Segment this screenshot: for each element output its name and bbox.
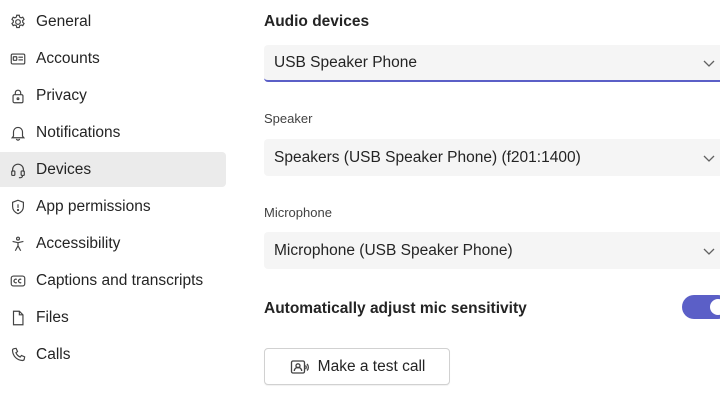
speaker-value: Speakers (USB Speaker Phone) (f201:1400) (274, 148, 581, 166)
sidebar-item-label: App permissions (36, 197, 151, 215)
microphone-label: Microphone (264, 205, 332, 220)
make-test-call-button[interactable]: Make a test call (264, 348, 450, 385)
audio-device-select[interactable]: USB Speaker Phone (264, 45, 720, 82)
chevron-down-icon (702, 56, 716, 70)
sidebar-item-label: General (36, 12, 92, 30)
sidebar-item-label: Captions and transcripts (36, 271, 204, 289)
sidebar-item-devices[interactable]: Devices (0, 152, 226, 187)
sidebar-item-label: Devices (36, 160, 92, 178)
sidebar-item-label: Calls (36, 345, 71, 363)
sidebar-item-captions-and-transcripts[interactable]: Captions and transcripts (0, 263, 226, 298)
lock-icon (8, 86, 28, 106)
headset-icon (8, 160, 28, 180)
toggle-knob (710, 299, 720, 315)
section-title: Audio devices (264, 13, 370, 30)
file-icon (8, 308, 28, 328)
microphone-value: Microphone (USB Speaker Phone) (274, 241, 513, 259)
sidebar-item-label: Accounts (36, 49, 100, 67)
shield-icon (8, 197, 28, 217)
speaker-select[interactable]: Speakers (USB Speaker Phone) (f201:1400) (264, 139, 720, 176)
sidebar-item-label: Accessibility (36, 234, 121, 252)
sidebar-item-calls[interactable]: Calls (0, 337, 226, 372)
gear-icon (8, 12, 28, 32)
sidebar-item-general[interactable]: General (0, 4, 226, 39)
mic-sensitivity-toggle[interactable] (682, 295, 720, 319)
sidebar-item-files[interactable]: Files (0, 300, 226, 335)
bell-icon (8, 123, 28, 143)
speaker-label: Speaker (264, 111, 313, 126)
sidebar-item-notifications[interactable]: Notifications (0, 115, 226, 150)
make-test-call-label: Make a test call (317, 357, 426, 375)
audio-device-value: USB Speaker Phone (274, 53, 418, 71)
cc-icon (8, 271, 28, 291)
microphone-select[interactable]: Microphone (USB Speaker Phone) (264, 232, 720, 269)
sidebar-item-label: Notifications (36, 123, 121, 141)
mic-sensitivity-label: Automatically adjust mic sensitivity (264, 300, 527, 317)
sidebar-item-label: Privacy (36, 86, 87, 104)
sidebar-item-label: Files (36, 308, 69, 326)
sidebar-item-privacy[interactable]: Privacy (0, 78, 226, 113)
sidebar-item-accessibility[interactable]: Accessibility (0, 226, 226, 261)
accessibility-icon (8, 234, 28, 254)
sidebar-item-app-permissions[interactable]: App permissions (0, 189, 226, 224)
chevron-down-icon (702, 244, 716, 258)
devices-settings-panel: Audio devices USB Speaker Phone Speaker … (264, 0, 720, 405)
settings-sidebar: General Accounts Privacy Notifications D… (0, 0, 226, 405)
phone-icon (8, 345, 28, 365)
sidebar-item-accounts[interactable]: Accounts (0, 41, 226, 76)
chevron-down-icon (702, 151, 716, 165)
call-test-icon (289, 357, 309, 377)
id-card-icon (8, 49, 28, 69)
